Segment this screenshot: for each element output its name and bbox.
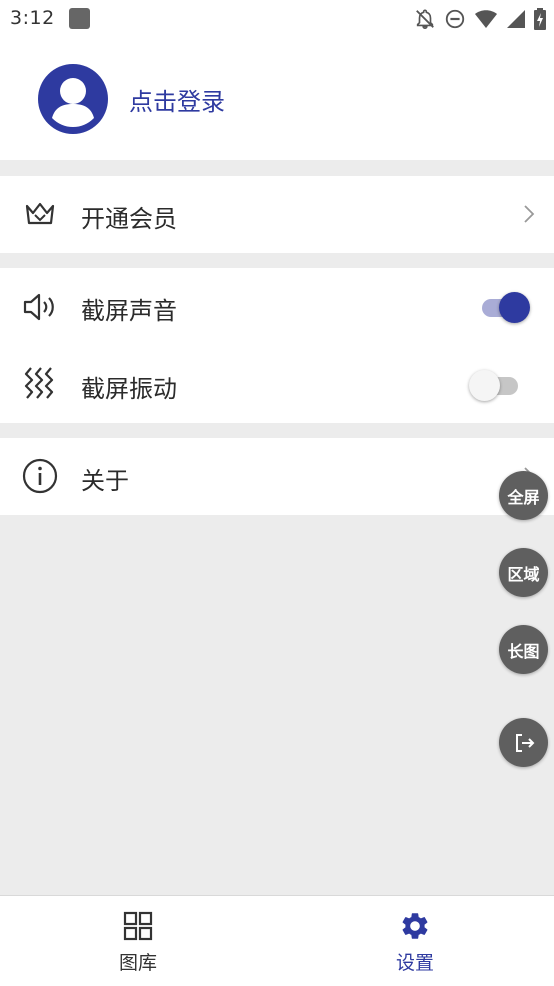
vibration-toggle[interactable]	[469, 368, 523, 402]
status-bar: 3:12	[0, 0, 554, 38]
toggle-thumb	[499, 292, 530, 323]
wifi-icon	[475, 10, 497, 28]
menu-item-label: 关于	[81, 467, 129, 495]
long-image-capture-button[interactable]: 长图	[499, 625, 548, 674]
exit-icon	[515, 733, 534, 752]
chevron-right-icon	[524, 205, 535, 223]
tab-label: 图库	[118, 952, 157, 974]
menu-item-vip[interactable]: 开通会员	[0, 176, 554, 253]
gear-icon	[402, 913, 428, 939]
battery-charging-icon	[534, 8, 546, 30]
menu-item-label: 截屏声音	[81, 297, 177, 325]
status-time: 3:12	[10, 7, 55, 29]
vibration-icon	[24, 367, 54, 399]
notification-square-icon	[69, 8, 90, 29]
vip-section: 开通会员	[0, 176, 554, 253]
bottom-navigation: 图库 设置	[0, 895, 554, 986]
signal-icon	[507, 10, 525, 28]
toggle-thumb	[469, 370, 500, 401]
menu-item-about[interactable]: 关于	[0, 438, 554, 515]
sound-toggle[interactable]	[479, 290, 533, 324]
menu-item-label: 截屏振动	[81, 375, 177, 403]
status-icons	[414, 7, 546, 31]
menu-item-screenshot-sound[interactable]: 截屏声音	[0, 268, 554, 346]
info-icon	[22, 458, 58, 494]
tab-settings[interactable]: 设置	[355, 896, 475, 986]
fullscreen-capture-button[interactable]: 全屏	[499, 471, 548, 520]
bell-off-icon	[416, 9, 434, 29]
profile-header[interactable]: 点击登录	[0, 38, 554, 160]
do-not-disturb-icon	[445, 9, 465, 29]
menu-item-label: 开通会员	[81, 205, 177, 233]
exit-button[interactable]	[499, 718, 548, 767]
avatar-icon[interactable]	[38, 64, 108, 134]
menu-item-screenshot-vibration[interactable]: 截屏振动	[0, 346, 554, 423]
grid-icon	[123, 911, 153, 941]
speaker-icon	[23, 293, 54, 321]
region-capture-button[interactable]: 区域	[499, 548, 548, 597]
tab-label: 设置	[395, 952, 434, 974]
about-section: 关于	[0, 438, 554, 515]
crown-icon	[25, 202, 55, 225]
screenshot-settings-section: 截屏声音 截屏振动	[0, 268, 554, 423]
tab-gallery[interactable]: 图库	[78, 896, 198, 986]
login-link[interactable]: 点击登录	[129, 82, 225, 117]
